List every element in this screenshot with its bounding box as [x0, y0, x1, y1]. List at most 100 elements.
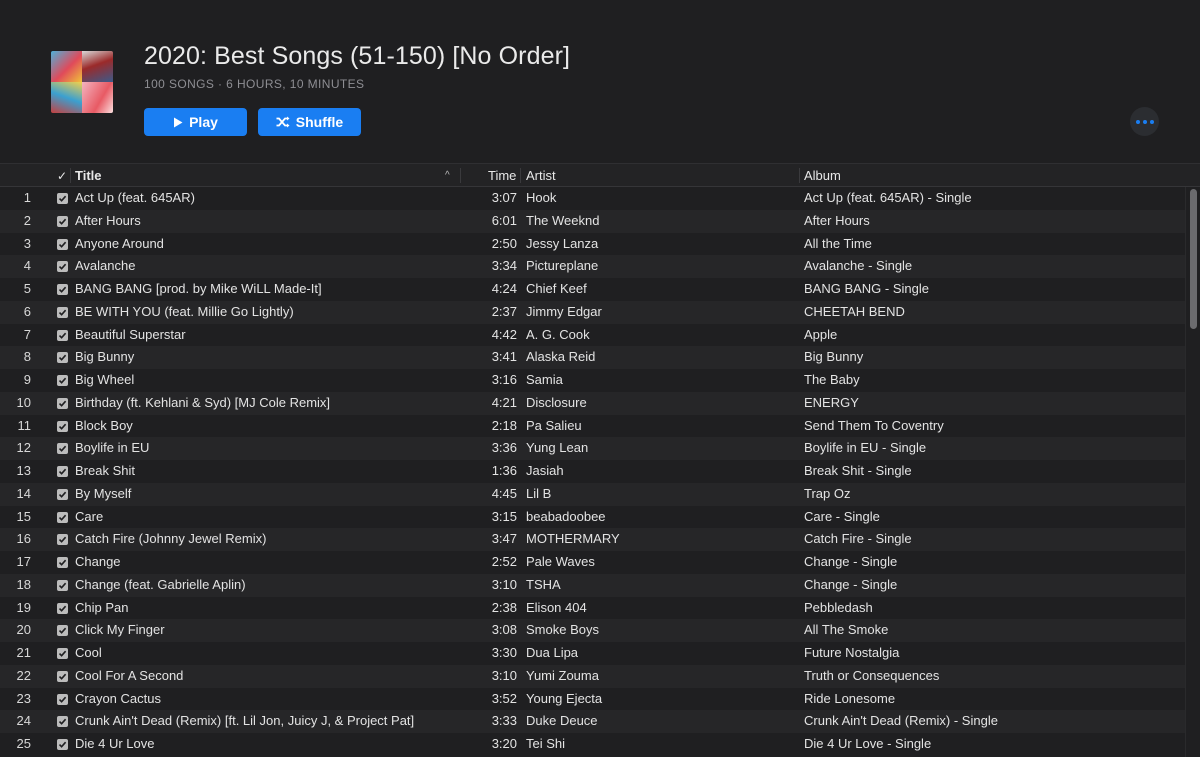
checkbox-icon[interactable] [57, 534, 68, 545]
track-artist[interactable]: A. G. Cook [526, 324, 590, 346]
column-header-time[interactable]: Time [488, 164, 516, 187]
track-row[interactable]: 20 Click My Finger 3:08 Smoke Boys All The S… [0, 619, 1185, 642]
track-artist[interactable]: Pa Salieu [526, 415, 582, 437]
track-album[interactable]: Avalanche - Single [804, 255, 912, 277]
track-artist[interactable]: Hook [526, 187, 556, 209]
checkbox-icon[interactable] [57, 512, 68, 523]
track-row[interactable]: 25 Die 4 Ur Love 3:20 Tei Shi Die 4 Ur Love … [0, 733, 1185, 756]
track-album[interactable]: After Hours [804, 210, 870, 232]
track-album[interactable]: Change - Single [804, 574, 897, 596]
track-album[interactable]: Catch Fire - Single [804, 528, 912, 550]
track-artist[interactable]: Samia [526, 369, 563, 391]
track-row[interactable]: 24 Crunk Ain't Dead (Remix) [ft. Lil Jon,… [0, 710, 1185, 733]
checkbox-icon[interactable] [57, 284, 68, 295]
sort-ascending-icon[interactable]: ^ [445, 164, 450, 187]
track-row[interactable]: 14 By Myself 4:45 Lil B Trap Oz [0, 483, 1185, 506]
track-album[interactable]: ENERGY [804, 392, 859, 414]
track-row[interactable]: 2 After Hours 6:01 The Weeknd After Hours [0, 210, 1185, 233]
more-options-button[interactable] [1130, 107, 1159, 136]
track-row[interactable]: 11 Block Boy 2:18 Pa Salieu Send Them To Cov… [0, 415, 1185, 438]
checkbox-icon[interactable] [57, 603, 68, 614]
track-album[interactable]: Trap Oz [804, 483, 850, 505]
checkbox-icon[interactable] [57, 239, 68, 250]
track-row[interactable]: 12 Boylife in EU 3:36 Yung Lean Boylife in E… [0, 437, 1185, 460]
track-album[interactable]: Boylife in EU - Single [804, 437, 926, 459]
track-row[interactable]: 15 Care 3:15 beabadoobee Care - Single [0, 506, 1185, 529]
track-row[interactable]: 7 Beautiful Superstar 4:42 A. G. Cook Apple [0, 324, 1185, 347]
track-album[interactable]: CHEETAH BEND [804, 301, 905, 323]
track-artist[interactable]: Jessy Lanza [526, 233, 598, 255]
vertical-scrollbar[interactable] [1185, 187, 1200, 757]
checkbox-icon[interactable] [57, 330, 68, 341]
checkbox-icon[interactable] [57, 625, 68, 636]
track-album[interactable]: Ride Lonesome [804, 688, 895, 710]
checkbox-icon[interactable] [57, 694, 68, 705]
track-row[interactable]: 10 Birthday (ft. Kehlani & Syd) [MJ Cole … [0, 392, 1185, 415]
track-row[interactable]: 3 Anyone Around 2:50 Jessy Lanza All the Tim… [0, 233, 1185, 256]
track-artist[interactable]: MOTHERMARY [526, 528, 620, 550]
checkbox-icon[interactable] [57, 739, 68, 750]
track-album[interactable]: Send Them To Coventry [804, 415, 944, 437]
track-album[interactable]: Break Shit - Single [804, 460, 912, 482]
column-header-title[interactable]: Title [75, 164, 102, 187]
track-album[interactable]: Future Nostalgia [804, 642, 899, 664]
track-row[interactable]: 16 Catch Fire (Johnny Jewel Remix) 3:47 MOT… [0, 528, 1185, 551]
track-artist[interactable]: Yumi Zouma [526, 665, 599, 687]
track-artist[interactable]: Tei Shi [526, 733, 565, 755]
track-row[interactable]: 23 Crayon Cactus 3:52 Young Ejecta Ride Lone… [0, 688, 1185, 711]
column-header-album[interactable]: Album [804, 164, 841, 187]
track-artist[interactable]: Lil B [526, 483, 551, 505]
track-artist[interactable]: Pictureplane [526, 255, 598, 277]
checkbox-icon[interactable] [57, 352, 68, 363]
track-album[interactable]: Change - Single [804, 551, 897, 573]
shuffle-button[interactable]: Shuffle [258, 108, 361, 136]
track-artist[interactable]: Duke Deuce [526, 710, 598, 732]
checkbox-icon[interactable] [57, 443, 68, 454]
playlist-artwork[interactable] [51, 51, 113, 113]
track-album[interactable]: Apple [804, 324, 837, 346]
track-row[interactable]: 5 BANG BANG [prod. by Mike WiLL Made-It] 4… [0, 278, 1185, 301]
track-row[interactable]: 19 Chip Pan 2:38 Elison 404 Pebbledash [0, 597, 1185, 620]
track-artist[interactable]: TSHA [526, 574, 561, 596]
checkbox-icon[interactable] [57, 398, 68, 409]
column-header-artist[interactable]: Artist [526, 164, 556, 187]
track-album[interactable]: The Baby [804, 369, 860, 391]
track-album[interactable]: Act Up (feat. 645AR) - Single [804, 187, 972, 209]
track-row[interactable]: 21 Cool 3:30 Dua Lipa Future Nostalgia [0, 642, 1185, 665]
checkbox-icon[interactable] [57, 489, 68, 500]
track-album[interactable]: Crunk Ain't Dead (Remix) - Single [804, 710, 998, 732]
track-album[interactable]: All The Smoke [804, 619, 888, 641]
track-artist[interactable]: Jasiah [526, 460, 564, 482]
track-artist[interactable]: beabadoobee [526, 506, 606, 528]
track-artist[interactable]: Yung Lean [526, 437, 588, 459]
track-row[interactable]: 22 Cool For A Second 3:10 Yumi Zouma Truth o… [0, 665, 1185, 688]
track-row[interactable]: 8 Big Bunny 3:41 Alaska Reid Big Bunny [0, 346, 1185, 369]
checkbox-icon[interactable] [57, 261, 68, 272]
track-artist[interactable]: Alaska Reid [526, 346, 595, 368]
track-row[interactable]: 1 Act Up (feat. 645AR) 3:07 Hook Act Up (fea… [0, 187, 1185, 210]
track-album[interactable]: Truth or Consequences [804, 665, 939, 687]
track-artist[interactable]: Disclosure [526, 392, 587, 414]
scrollbar-thumb[interactable] [1190, 189, 1197, 329]
checkbox-icon[interactable] [57, 648, 68, 659]
track-artist[interactable]: Jimmy Edgar [526, 301, 602, 323]
play-button[interactable]: Play [144, 108, 247, 136]
track-row[interactable]: 9 Big Wheel 3:16 Samia The Baby [0, 369, 1185, 392]
track-album[interactable]: Pebbledash [804, 597, 873, 619]
track-row[interactable]: 17 Change 2:52 Pale Waves Change - Single [0, 551, 1185, 574]
track-artist[interactable]: Smoke Boys [526, 619, 599, 641]
track-row[interactable]: 18 Change (feat. Gabrielle Aplin) 3:10 TSHA… [0, 574, 1185, 597]
track-artist[interactable]: Young Ejecta [526, 688, 602, 710]
checkbox-icon[interactable] [57, 580, 68, 591]
track-artist[interactable]: Chief Keef [526, 278, 587, 300]
track-row[interactable]: 4 Avalanche 3:34 Pictureplane Avalanche - Si… [0, 255, 1185, 278]
track-artist[interactable]: Dua Lipa [526, 642, 578, 664]
track-album[interactable]: Die 4 Ur Love - Single [804, 733, 931, 755]
track-album[interactable]: Big Bunny [804, 346, 863, 368]
track-album[interactable]: BANG BANG - Single [804, 278, 929, 300]
checkbox-icon[interactable] [57, 466, 68, 477]
checkbox-icon[interactable] [57, 671, 68, 682]
track-row[interactable]: 6 BE WITH YOU (feat. Millie Go Lightly) 2:… [0, 301, 1185, 324]
checkbox-icon[interactable] [57, 557, 68, 568]
checkbox-icon[interactable] [57, 307, 68, 318]
